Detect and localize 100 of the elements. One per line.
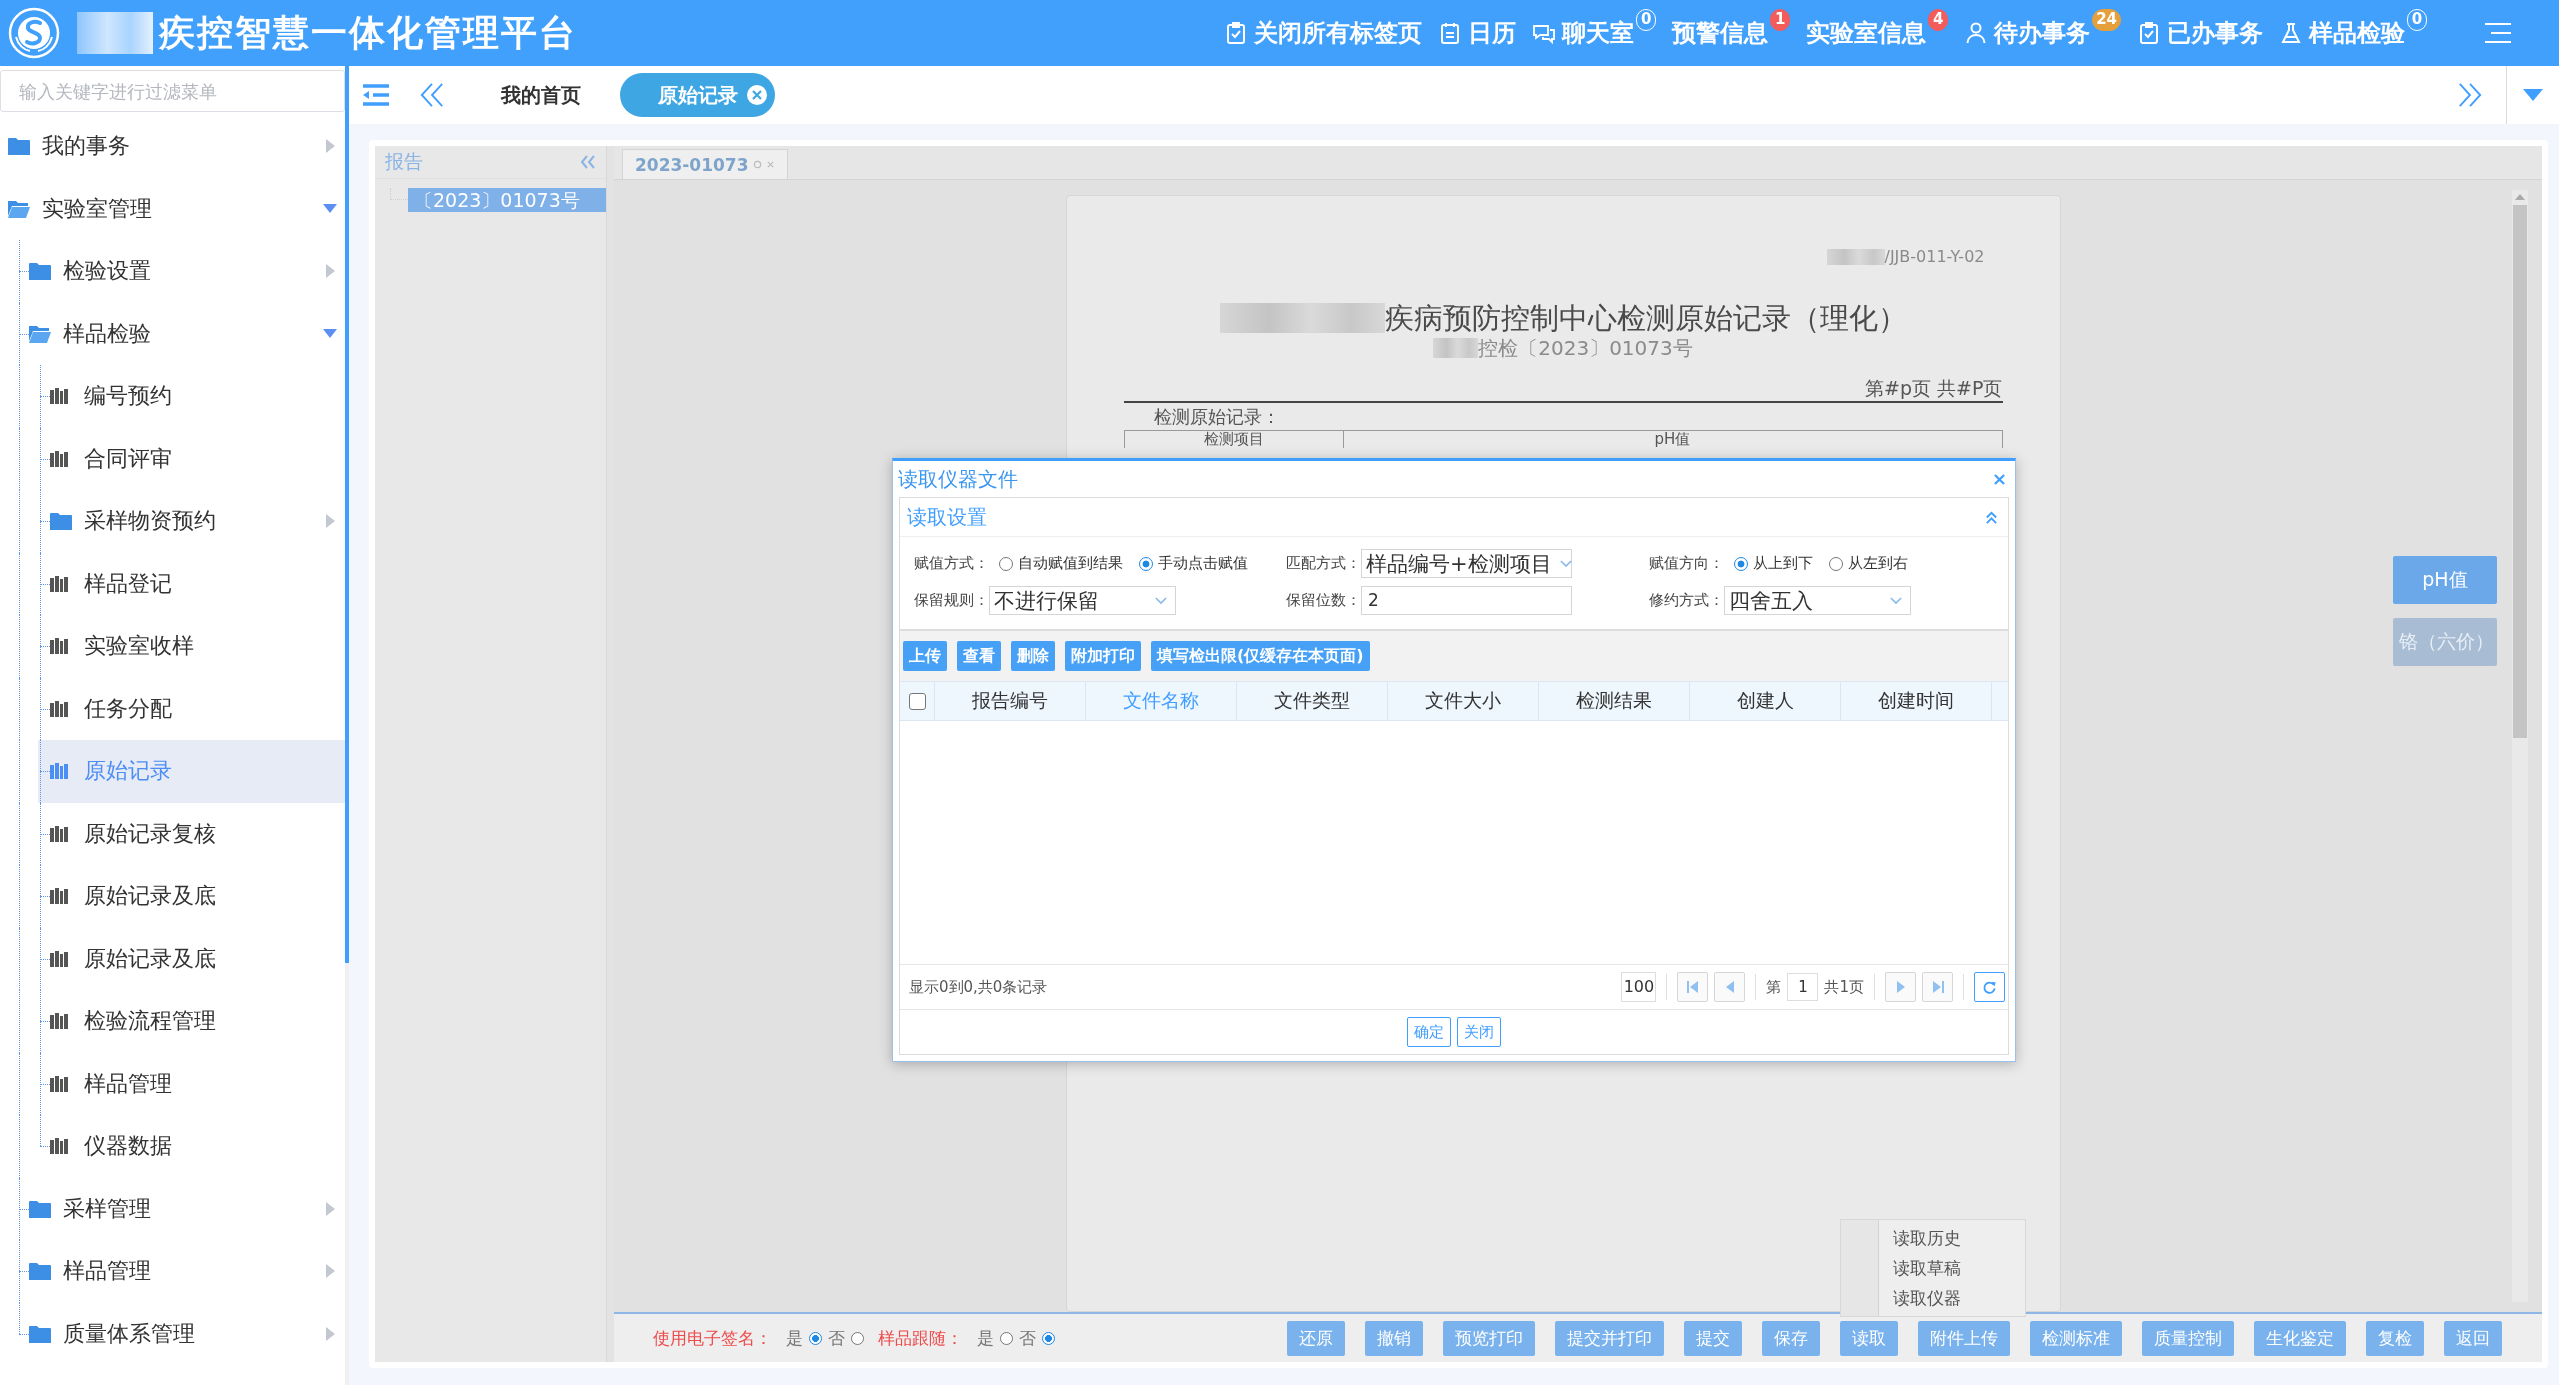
folder-icon [29,262,51,281]
scroll-up-arrow-icon[interactable] [2515,194,2525,200]
column-header[interactable]: 创建人 [1690,682,1841,720]
sidebar-item[interactable]: 采样管理 [29,1177,345,1240]
books-icon [50,825,68,842]
radio-label: 自动赋值到结果 [1018,554,1123,573]
filter-field[interactable]: 输入关键字进行过滤菜单 [0,70,345,112]
open-folder-icon [8,199,30,218]
section-title: 读取设置 [907,503,987,531]
last-page-button[interactable] [1922,972,1953,1002]
radio-button[interactable] [1042,1331,1055,1345]
menu-item[interactable]: 读取草稿 [1841,1252,2025,1283]
next-page-button[interactable] [1885,972,1916,1002]
refresh-icon [1982,979,1997,995]
app-title: 疾控智慧一体化管理平台 [159,11,577,55]
previous-page-button[interactable] [1714,972,1746,1002]
sidebar-item[interactable]: 我的事务 [8,115,345,178]
checkbox[interactable] [908,692,926,710]
sidebar-item[interactable]: 仪器数据 [50,1115,345,1178]
double-chevron-left-icon[interactable] [419,82,445,108]
sidebar-item[interactable]: 任务分配 [50,677,345,740]
books-icon [50,388,68,405]
sidebar-item[interactable]: 采样物资预约 [50,490,345,553]
menu-item[interactable]: 读取历史 [1841,1222,2025,1253]
double-chevron-left-icon[interactable] [580,155,596,169]
last-page-icon [1931,980,1944,994]
sidebar-item[interactable]: 检验流程管理 [50,990,345,1053]
radio-button[interactable] [1139,556,1153,571]
select-field[interactable]: 四舍五入 [1724,586,1911,615]
books-icon [50,888,68,905]
collapse-menu-icon[interactable] [361,84,391,106]
field-label: 赋值方向： [1649,554,1724,573]
first-page-button[interactable] [1677,972,1709,1002]
radio-label: 是 [977,1326,994,1350]
count-badge: 4 [1928,9,1949,31]
column-header[interactable]: 检测结果 [1539,682,1690,720]
column-header[interactable]: 创建时间 [1841,682,1992,720]
double-chevron-icon[interactable] [1985,510,1998,524]
radio-button[interactable] [1829,556,1843,571]
form-code: /JJB-011-Y-02 [1884,248,1985,266]
radio-button[interactable] [999,556,1013,571]
table-cell-text: pH值 [1653,431,1692,448]
option-label: 样品跟随： [878,1326,963,1350]
sidebar-item[interactable]: 样品检验 [29,302,345,365]
scrollbar-thumb[interactable] [345,66,349,963]
folder-icon [29,1324,51,1343]
tab[interactable]: 我的首页 [481,73,601,117]
refresh-button[interactable] [1974,972,2005,1002]
blurred-block [1433,338,1479,358]
logo-icon [8,7,60,59]
page-size-field[interactable]: 100 [1621,972,1657,1002]
column-header[interactable]: 报告编号 [935,682,1086,720]
radio-label: 手动点击赋值 [1158,554,1248,573]
books-icon [50,575,68,592]
close-icon[interactable] [746,84,768,106]
sidebar-item[interactable]: 原始记录及底 [50,927,345,990]
radio-button[interactable] [851,1331,864,1345]
sidebar-item[interactable]: 原始记录复核 [50,802,345,865]
field-label: 保留位数： [1286,591,1361,610]
radio-label: 否 [828,1326,845,1350]
radio-button[interactable] [1000,1331,1013,1345]
page-label: 第 [1766,977,1782,997]
sidebar-item[interactable]: 样品管理 [50,1052,345,1115]
document-number: 控检〔2023〕01073号 [1478,336,1693,360]
sidebar-item[interactable]: 实验室管理 [8,177,345,240]
radio-button[interactable] [809,1331,822,1345]
column-header[interactable]: 文件类型 [1237,682,1388,720]
sidebar-item[interactable]: 样品登记 [50,552,345,615]
sidebar-item[interactable]: 样品管理 [29,1240,345,1303]
caret-down-icon [1890,596,1902,605]
sidebar-item[interactable]: 编号预约 [50,365,345,428]
select-field[interactable]: 样品编号+检测项目 [1361,549,1572,578]
sidebar-item[interactable]: 实验室收样 [50,615,345,678]
open-folder-icon [29,324,51,343]
caret-down-icon[interactable] [2523,89,2543,101]
double-chevron-right-icon[interactable] [2457,82,2483,108]
sidebar-item[interactable]: 质量体系管理 [29,1302,345,1365]
books-icon [50,1013,68,1030]
close-icon[interactable] [765,160,775,169]
dialog-title: 读取仪器文件 [898,465,1018,493]
menu-icon[interactable] [2483,21,2513,45]
field-label: 保留规则： [914,591,989,610]
sidebar-item[interactable]: 合同评审 [50,427,345,490]
input-field[interactable]: 2 [1361,586,1572,615]
table-cell: 检测项目 [1124,431,1344,448]
folder-icon [29,1262,51,1281]
sidebar-item[interactable]: 检验设置 [29,240,345,303]
blurred-block [1826,249,1885,265]
clipboard-check-icon [2137,21,2161,45]
field-label: 赋值方式： [914,554,989,573]
caret-down-icon [1155,596,1167,605]
column-header[interactable]: 文件大小 [1388,682,1539,720]
scrollbar-thumb[interactable] [2513,205,2527,738]
sidebar-item[interactable]: 原始记录及底 [50,865,345,928]
radio-button[interactable] [1734,556,1748,571]
select-field[interactable]: 不进行保留 [989,586,1176,615]
page-field[interactable]: 1 [1787,973,1819,1001]
ring-icon[interactable] [752,160,762,169]
close-icon[interactable] [1994,473,2005,485]
menu-item[interactable]: 读取仪器 [1841,1282,2025,1313]
